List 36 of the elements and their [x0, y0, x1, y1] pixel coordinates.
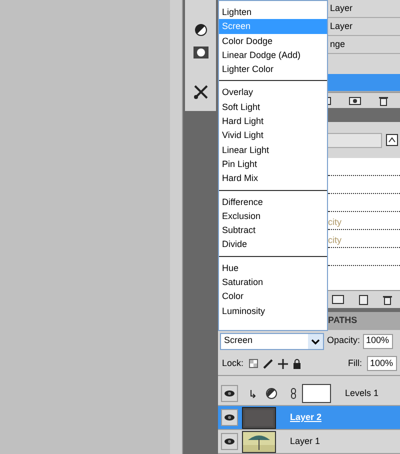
menu-item[interactable]: Linear Dodge (Add) [219, 48, 327, 62]
menu-item[interactable]: Saturation [219, 275, 327, 290]
layer-name: Levels 1 [345, 386, 379, 400]
layer-name: Layer 1 [290, 434, 320, 448]
layer-name: Layer 2 [290, 410, 322, 424]
menu-item[interactable]: Soft Light [219, 100, 327, 114]
blend-mode-select[interactable]: Screen [220, 332, 324, 350]
menu-item[interactable]: Hue [219, 260, 327, 276]
menu-item[interactable]: Overlay [219, 85, 327, 100]
menu-item[interactable]: Subtract [219, 223, 327, 238]
menu-item[interactable]: Exclusion [219, 208, 327, 224]
menu-item[interactable]: Hard Light [219, 114, 327, 128]
menu-item[interactable]: Luminosity [219, 304, 327, 318]
menu-item[interactable]: Color [219, 289, 327, 304]
row-text: city [328, 234, 342, 247]
menu-item[interactable]: Lighter Color [219, 62, 327, 76]
layer-name: nge [330, 38, 346, 51]
menu-item[interactable]: Vivid Light [219, 128, 327, 143]
fill-label: Fill: [348, 356, 362, 370]
lock-label: Lock: [222, 356, 244, 370]
panel-tab[interactable]: PATHS [326, 314, 360, 328]
menu-item[interactable]: Difference [219, 194, 327, 209]
menu-item[interactable]: Divide [219, 237, 327, 252]
menu-item[interactable]: Hard Mix [219, 171, 327, 186]
menu-item[interactable]: Pin Light [219, 156, 327, 172]
menu-item[interactable]: Linear Light [219, 142, 327, 157]
opacity-field[interactable]: 100% [363, 334, 394, 348]
layer-name: Layer [330, 20, 353, 33]
layer-name: Layer [330, 2, 353, 15]
row-text: city [328, 216, 342, 229]
layer-row[interactable]: Layer 1 [218, 430, 400, 454]
opacity-label: Opacity: [327, 334, 360, 348]
fill-field[interactable]: 100% [367, 356, 397, 371]
menu-item[interactable]: Color Dodge [219, 34, 327, 48]
layer-row[interactable]: Levels 1 [218, 382, 400, 406]
menu-item[interactable]: Lighten [219, 5, 327, 20]
